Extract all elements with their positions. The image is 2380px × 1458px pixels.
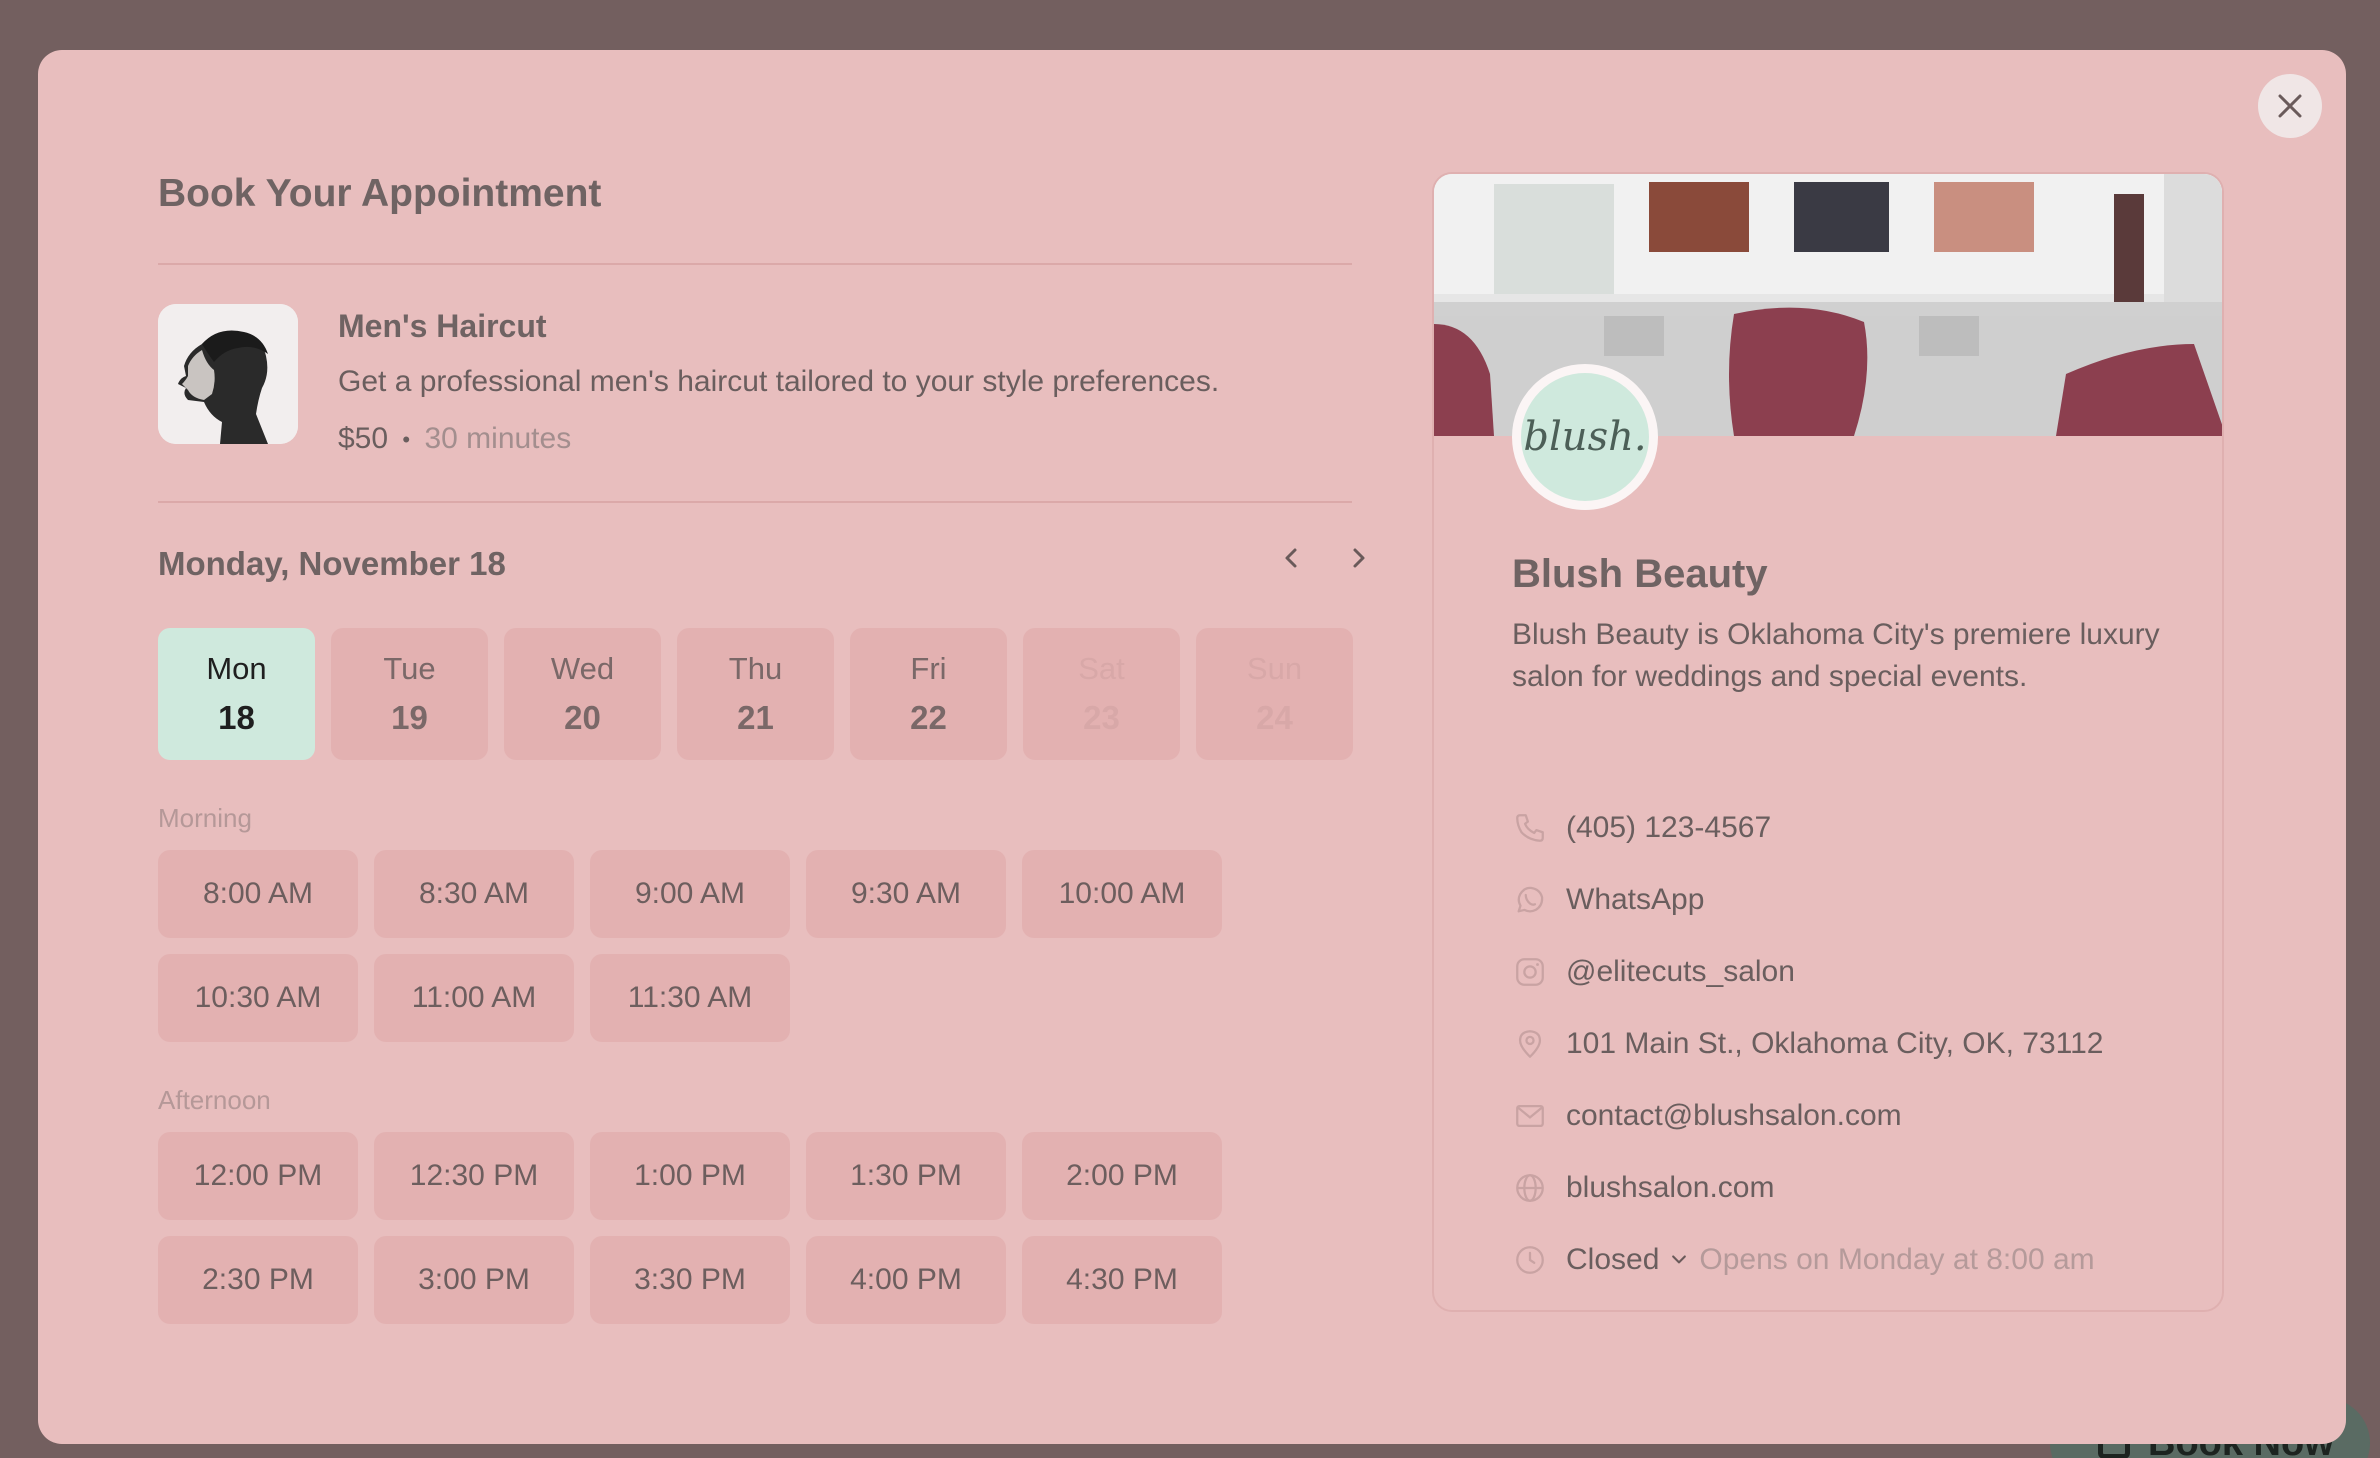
- open-status: Closed: [1566, 1243, 1660, 1276]
- chevron-right-icon: [1353, 548, 1365, 568]
- email-address: contact@blushsalon.com: [1566, 1099, 1902, 1132]
- address-text: 101 Main St., Oklahoma City, OK, 73112: [1566, 1027, 2104, 1060]
- service-description: Get a professional men's haircut tailore…: [338, 365, 1220, 398]
- time-slot[interactable]: 10:30 AM: [158, 954, 358, 1042]
- website-row[interactable]: blushsalon.com: [1512, 1170, 1774, 1206]
- meta-separator: •: [402, 427, 411, 453]
- time-slot[interactable]: 1:00 PM: [590, 1132, 790, 1220]
- time-slot[interactable]: 8:00 AM: [158, 850, 358, 938]
- business-name: Blush Beauty: [1512, 552, 1768, 596]
- service-price: $50: [338, 422, 389, 455]
- prev-week-button[interactable]: [1272, 538, 1312, 578]
- whatsapp-icon: [1512, 882, 1548, 918]
- page-title: Book Your Appointment: [158, 172, 602, 215]
- morning-slots: 8:00 AM 8:30 AM 9:00 AM 9:30 AM 10:00 AM…: [158, 850, 1222, 1042]
- close-icon: [2278, 94, 2302, 118]
- time-slot[interactable]: 12:30 PM: [374, 1132, 574, 1220]
- afternoon-label: Afternoon: [158, 1085, 271, 1115]
- address-row[interactable]: 101 Main St., Oklahoma City, OK, 73112: [1512, 1026, 2103, 1062]
- selected-date-heading: Monday, November 18: [158, 545, 506, 582]
- time-slot[interactable]: 8:30 AM: [374, 850, 574, 938]
- chevron-down-icon: [1669, 1243, 1689, 1277]
- day-mon[interactable]: Mon 18: [158, 628, 315, 760]
- time-slot[interactable]: 4:00 PM: [806, 1236, 1006, 1324]
- chevron-left-icon: [1285, 548, 1297, 568]
- instagram-handle: @elitecuts_salon: [1566, 955, 1795, 988]
- whatsapp-label: WhatsApp: [1566, 883, 1705, 916]
- day-wed[interactable]: Wed 20: [504, 628, 661, 760]
- globe-icon: [1512, 1170, 1548, 1206]
- close-button[interactable]: [2258, 74, 2322, 138]
- booking-modal: Book Your Appointment Men's Haircut Get …: [38, 50, 2346, 1444]
- clock-icon: [1512, 1242, 1548, 1278]
- opening-time: Opens on Monday at 8:00 am: [1699, 1243, 2095, 1276]
- phone-row[interactable]: (405) 123-4567: [1512, 810, 1771, 846]
- time-slot[interactable]: 11:30 AM: [590, 954, 790, 1042]
- time-slot[interactable]: 1:30 PM: [806, 1132, 1006, 1220]
- time-slot[interactable]: 3:30 PM: [590, 1236, 790, 1324]
- time-slot[interactable]: 3:00 PM: [374, 1236, 574, 1324]
- day-fri[interactable]: Fri 22: [850, 628, 1007, 760]
- mail-icon: [1512, 1098, 1548, 1134]
- time-slot[interactable]: 10:00 AM: [1022, 850, 1222, 938]
- service-name: Men's Haircut: [338, 308, 547, 344]
- next-week-button[interactable]: [1338, 538, 1378, 578]
- service-duration: 30 minutes: [424, 422, 572, 455]
- phone-number: (405) 123-4567: [1566, 811, 1772, 844]
- service-meta: $50 • 30 minutes: [338, 422, 571, 456]
- instagram-icon: [1512, 954, 1548, 990]
- service-image: [158, 304, 298, 444]
- website-url: blushsalon.com: [1566, 1171, 1775, 1204]
- time-slot[interactable]: 12:00 PM: [158, 1132, 358, 1220]
- divider: [158, 501, 1352, 503]
- day-selector: Mon 18 Tue 19 Wed 20 Thu 21 Fri 22 Sat 23 Sun 2…: [158, 628, 1353, 760]
- email-row[interactable]: contact@blushsalon.com: [1512, 1098, 1902, 1134]
- hours-row[interactable]: Closed Opens on Monday at 8:00 am: [1512, 1242, 2095, 1278]
- divider: [158, 263, 1352, 265]
- business-description: Blush Beauty is Oklahoma City's premiere…: [1512, 618, 2160, 693]
- afternoon-slots: 12:00 PM 12:30 PM 1:00 PM 1:30 PM 2:00 P…: [158, 1132, 1222, 1324]
- business-logo: blush.: [1512, 364, 1658, 510]
- location-pin-icon: [1512, 1026, 1548, 1062]
- time-slot[interactable]: 2:00 PM: [1022, 1132, 1222, 1220]
- time-slot[interactable]: 2:30 PM: [158, 1236, 358, 1324]
- time-slot[interactable]: 9:30 AM: [806, 850, 1006, 938]
- day-tue[interactable]: Tue 19: [331, 628, 488, 760]
- time-slot[interactable]: 11:00 AM: [374, 954, 574, 1042]
- morning-label: Morning: [158, 803, 252, 833]
- whatsapp-row[interactable]: WhatsApp: [1512, 882, 1704, 918]
- logo-text: blush.: [1521, 373, 1649, 501]
- time-slot[interactable]: 9:00 AM: [590, 850, 790, 938]
- day-sat: Sat 23: [1023, 628, 1180, 760]
- phone-icon: [1512, 810, 1548, 846]
- business-card: blush. Blush Beauty Blush Beauty is Okla…: [1432, 172, 2224, 1312]
- instagram-row[interactable]: @elitecuts_salon: [1512, 954, 1795, 990]
- day-sun: Sun 24: [1196, 628, 1353, 760]
- time-slot[interactable]: 4:30 PM: [1022, 1236, 1222, 1324]
- day-thu[interactable]: Thu 21: [677, 628, 834, 760]
